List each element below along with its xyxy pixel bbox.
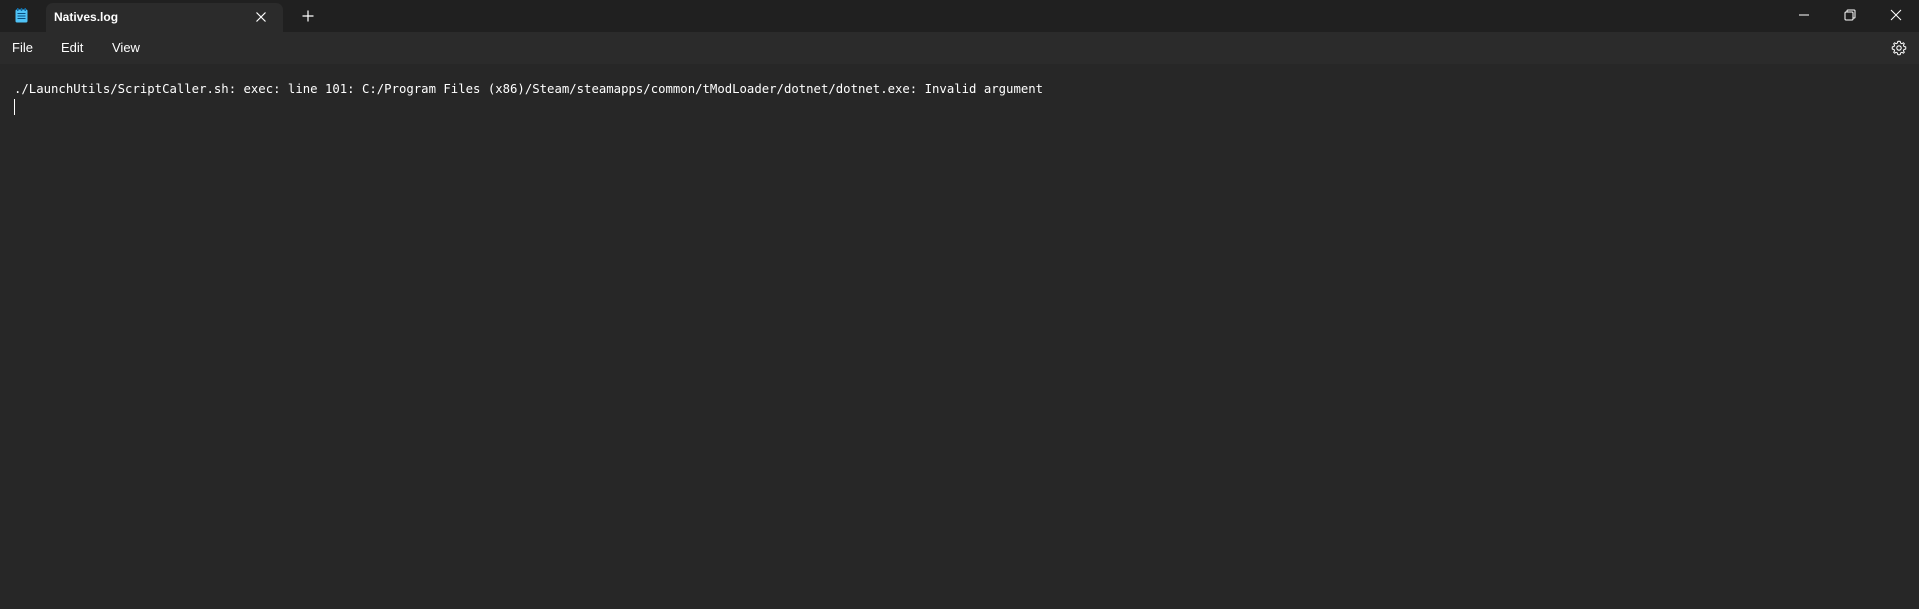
menu-edit[interactable]: Edit (61, 40, 83, 55)
notepad-window: Natives.log File Edit View ./LaunchUtils… (0, 0, 1919, 609)
menu-view[interactable]: View (112, 40, 140, 55)
close-window-button[interactable] (1873, 0, 1919, 30)
editor-line: ./LaunchUtils/ScriptCaller.sh: exec: lin… (14, 82, 1044, 96)
notepad-icon (15, 8, 28, 23)
tab-title: Natives.log (54, 10, 119, 24)
minimize-icon (1799, 14, 1809, 16)
minimize-button[interactable] (1781, 0, 1827, 30)
tab-natives-log[interactable]: Natives.log (46, 3, 283, 32)
title-bar: Natives.log (0, 0, 1919, 32)
gear-icon[interactable] (1891, 40, 1907, 56)
restore-button[interactable] (1827, 0, 1873, 30)
text-editor[interactable]: ./LaunchUtils/ScriptCaller.sh: exec: lin… (0, 64, 1919, 609)
plus-icon[interactable] (300, 8, 316, 24)
menu-file[interactable]: File (12, 40, 33, 55)
menu-bar: File Edit View (0, 32, 1919, 64)
text-caret (14, 99, 15, 115)
close-icon (1890, 9, 1902, 21)
close-icon[interactable] (253, 9, 269, 25)
restore-icon (1844, 9, 1856, 21)
